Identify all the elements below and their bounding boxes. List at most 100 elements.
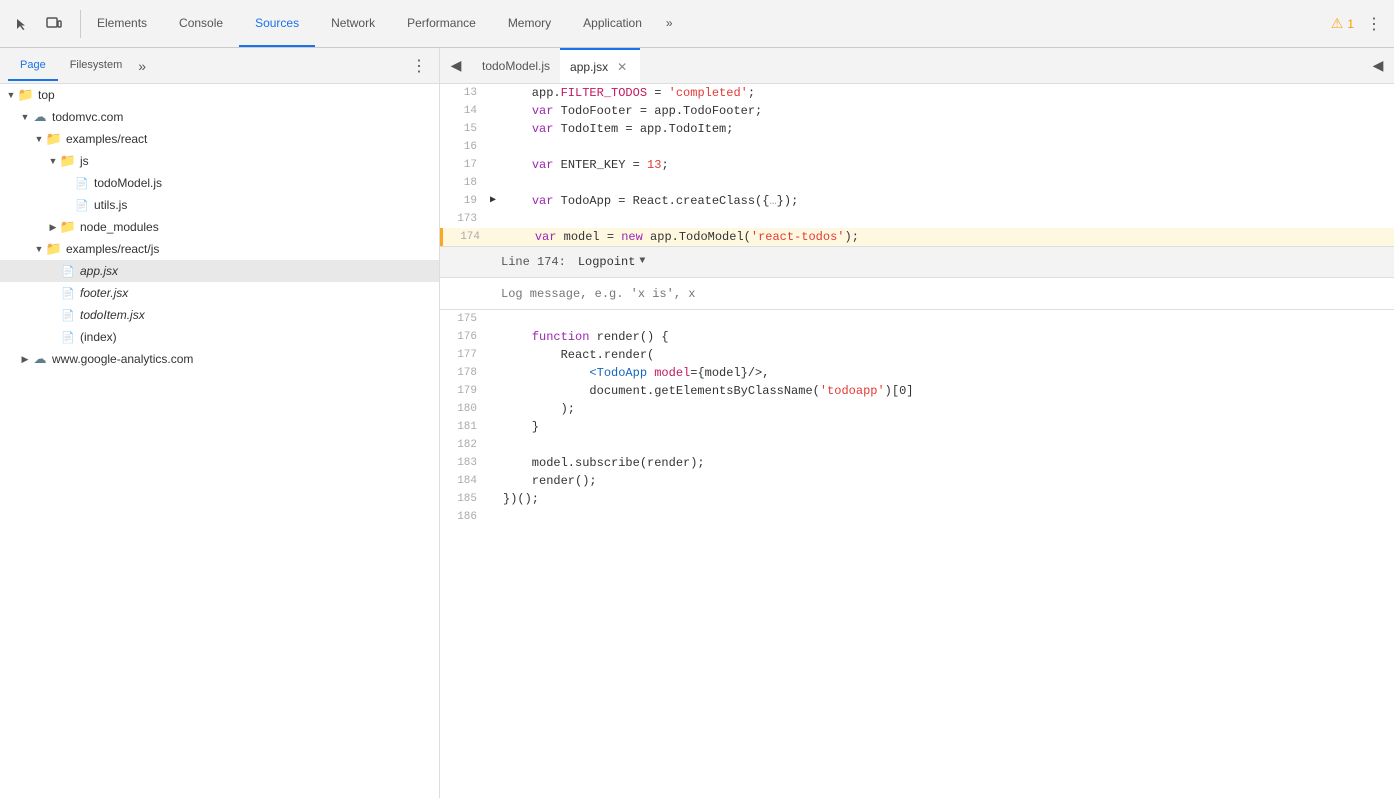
code-line-18: 18 bbox=[440, 174, 1394, 192]
logpoint-input[interactable] bbox=[501, 287, 1382, 301]
tree-item-todomodel[interactable]: 📄 todoModel.js bbox=[0, 172, 439, 194]
tree-label-examples-react: examples/react bbox=[66, 132, 147, 146]
tab-sources[interactable]: Sources bbox=[239, 0, 315, 47]
tree-item-footer-jsx[interactable]: 📄 footer.jsx bbox=[0, 282, 439, 304]
warning-badge: ⚠ 1 bbox=[1331, 15, 1354, 32]
tree-label-todomodel: todoModel.js bbox=[94, 176, 162, 190]
tab-more[interactable]: » bbox=[658, 0, 681, 47]
tree-toggle-google-analytics[interactable]: ▶ bbox=[18, 352, 32, 366]
tree-toggle-todomvc[interactable]: ▼ bbox=[18, 110, 32, 124]
code-wrapper[interactable]: 13 app.FILTER_TODOS = 'completed'; 14 va… bbox=[440, 84, 1394, 798]
tree-label-node-modules: node_modules bbox=[80, 220, 159, 234]
tree-toggle-top[interactable]: ▼ bbox=[4, 88, 18, 102]
sidebar-tabs-more[interactable]: » bbox=[138, 58, 146, 74]
tree-toggle-utils bbox=[60, 198, 74, 212]
code-line-178: 178 <TodoApp model={model}/>, bbox=[440, 364, 1394, 382]
sidebar-menu-button[interactable]: ⋮ bbox=[407, 52, 431, 80]
editor-tabs: ◀ todoModel.js app.jsx ✕ ◀ bbox=[440, 48, 1394, 84]
tab-memory[interactable]: Memory bbox=[492, 0, 567, 47]
more-options-button[interactable]: ⋮ bbox=[1362, 12, 1386, 36]
tree-toggle-index bbox=[46, 330, 60, 344]
line-num-177: 177 bbox=[440, 346, 485, 364]
tree-item-utils[interactable]: 📄 utils.js bbox=[0, 194, 439, 216]
tree-item-todoitem-jsx[interactable]: 📄 todoItem.jsx bbox=[0, 304, 439, 326]
line-num-14: 14 bbox=[440, 102, 485, 120]
tab-elements[interactable]: Elements bbox=[81, 0, 163, 47]
tree-toggle-js[interactable]: ▼ bbox=[46, 154, 60, 168]
logpoint-dropdown[interactable]: Logpoint ▼ bbox=[578, 253, 646, 271]
line-num-18: 18 bbox=[440, 174, 485, 192]
tree-label-todoitem-jsx: todoItem.jsx bbox=[80, 308, 145, 322]
tree-label-js: js bbox=[80, 154, 89, 168]
file-icon-utils: 📄 bbox=[74, 197, 90, 213]
code-line-175: 175 bbox=[440, 310, 1394, 328]
tab-network[interactable]: Network bbox=[315, 0, 391, 47]
code-line-177: 177 React.render( bbox=[440, 346, 1394, 364]
tree-label-utils: utils.js bbox=[94, 198, 127, 212]
code-line-174: 174 var model = new app.TodoModel('react… bbox=[440, 228, 1394, 246]
tree-item-js[interactable]: ▼ 📁 js bbox=[0, 150, 439, 172]
tab-performance[interactable]: Performance bbox=[391, 0, 492, 47]
line-num-13: 13 bbox=[440, 84, 485, 102]
tab-console[interactable]: Console bbox=[163, 0, 239, 47]
line-num-186: 186 bbox=[440, 508, 485, 526]
tree-item-examples-react-js[interactable]: ▼ 📁 examples/react/js bbox=[0, 238, 439, 260]
editor-tab-label-appjsx: app.jsx bbox=[570, 60, 608, 74]
tab-application[interactable]: Application bbox=[567, 0, 658, 47]
cloud-icon-todomvc: ☁ bbox=[32, 109, 48, 125]
code-line-186: 186 bbox=[440, 508, 1394, 526]
tree-toggle-app-jsx bbox=[46, 264, 60, 278]
sidebar-tab-page[interactable]: Page bbox=[8, 51, 58, 81]
line-content-176: function render() { bbox=[501, 328, 1394, 346]
sidebar-tabs: Page Filesystem » ⋮ bbox=[0, 48, 439, 84]
editor-tab-todomodel[interactable]: todoModel.js bbox=[472, 48, 560, 83]
code-line-13: 13 app.FILTER_TODOS = 'completed'; bbox=[440, 84, 1394, 102]
tree-item-top[interactable]: ▼ 📁 top bbox=[0, 84, 439, 106]
line-num-178: 178 bbox=[440, 364, 485, 382]
logpoint-label: Line 174: bbox=[501, 253, 566, 271]
line-num-179: 179 bbox=[440, 382, 485, 400]
editor-tab-appjsx[interactable]: app.jsx ✕ bbox=[560, 48, 640, 83]
tree-item-node-modules[interactable]: ▶ 📁 node_modules bbox=[0, 216, 439, 238]
folder-icon-node-modules: 📁 bbox=[60, 219, 76, 235]
tree-label-index: (index) bbox=[80, 330, 117, 344]
line-num-19: 19 bbox=[440, 192, 485, 210]
tree-item-index[interactable]: 📄 (index) bbox=[0, 326, 439, 348]
tree-toggle-footer-jsx bbox=[46, 286, 60, 300]
line-content-17: var ENTER_KEY = 13; bbox=[501, 156, 1394, 174]
folder-icon-examples-react-js: 📁 bbox=[46, 241, 62, 257]
sidebar-tab-filesystem[interactable]: Filesystem bbox=[58, 51, 135, 81]
logpoint-input-row bbox=[440, 278, 1394, 310]
tree-label-app-jsx: app.jsx bbox=[80, 264, 118, 278]
file-icon-index: 📄 bbox=[60, 329, 76, 345]
editor-back-button[interactable]: ◀ bbox=[444, 54, 468, 78]
editor-collapse-button[interactable]: ◀ bbox=[1366, 54, 1390, 78]
line-num-176: 176 bbox=[440, 328, 485, 346]
line-content-178: <TodoApp model={model}/>, bbox=[501, 364, 1394, 382]
line-content-184: render(); bbox=[501, 472, 1394, 490]
tree-label-footer-jsx: footer.jsx bbox=[80, 286, 128, 300]
tree-item-examples-react[interactable]: ▼ 📁 examples/react bbox=[0, 128, 439, 150]
tree-toggle-examples-react-js[interactable]: ▼ bbox=[32, 242, 46, 256]
line-content-15: var TodoItem = app.TodoItem; bbox=[501, 120, 1394, 138]
line-num-174: 174 bbox=[443, 228, 488, 246]
device-icon[interactable] bbox=[40, 10, 68, 38]
tree-label-top: top bbox=[38, 88, 55, 102]
logpoint-type: Logpoint bbox=[578, 253, 636, 271]
cursor-icon[interactable] bbox=[8, 10, 36, 38]
tree-toggle-examples-react[interactable]: ▼ bbox=[32, 132, 46, 146]
line-content-179: document.getElementsByClassName('todoapp… bbox=[501, 382, 1394, 400]
line-content-13: app.FILTER_TODOS = 'completed'; bbox=[501, 84, 1394, 102]
editor-tab-close-appjsx[interactable]: ✕ bbox=[614, 59, 630, 75]
tree-item-app-jsx[interactable]: 📄 app.jsx bbox=[0, 260, 439, 282]
tree-item-todomvc[interactable]: ▼ ☁ todomvc.com bbox=[0, 106, 439, 128]
line-arrow-19: ▶ bbox=[485, 192, 501, 210]
tree-item-google-analytics[interactable]: ▶ ☁ www.google-analytics.com bbox=[0, 348, 439, 370]
code-line-181: 181 } bbox=[440, 418, 1394, 436]
line-content-185: })(); bbox=[501, 490, 1394, 508]
tree-toggle-node-modules[interactable]: ▶ bbox=[46, 220, 60, 234]
editor-area: ◀ todoModel.js app.jsx ✕ ◀ 13 app.FILTER… bbox=[440, 48, 1394, 798]
code-line-185: 185 })(); bbox=[440, 490, 1394, 508]
tree-label-google-analytics: www.google-analytics.com bbox=[52, 352, 193, 366]
logpoint-bar: Line 174: Logpoint ▼ bbox=[440, 246, 1394, 278]
